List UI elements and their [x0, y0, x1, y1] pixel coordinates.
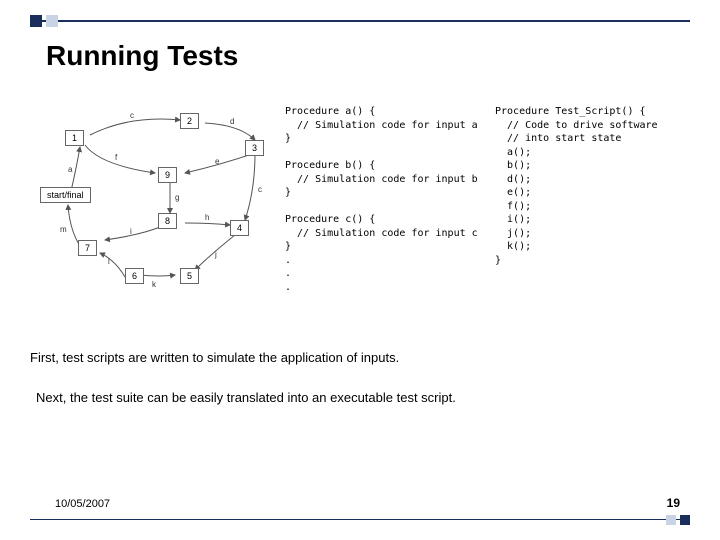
- edge-label: m: [60, 225, 67, 234]
- edge-label: i: [130, 227, 132, 236]
- content-row: 1 2 3 9 start/final 8 4 7 6 5 c d f e g …: [30, 105, 700, 305]
- code-test-script: Procedure Test_Script() { // Code to dri…: [495, 105, 695, 305]
- edge-label: k: [152, 280, 156, 289]
- node-5: 5: [180, 268, 199, 284]
- edge-label: d: [230, 117, 234, 126]
- paragraph-2: Next, the test suite can be easily trans…: [36, 390, 456, 405]
- edge-label: c: [258, 185, 262, 194]
- edge-label: e: [215, 157, 219, 166]
- edge-label: l: [108, 257, 110, 266]
- node-start: start/final: [40, 187, 91, 203]
- edge-label: f: [115, 153, 117, 162]
- decor-square-light: [46, 15, 58, 27]
- edge-label: j: [215, 250, 217, 259]
- edge-label: c: [130, 111, 134, 120]
- bottom-rule: [30, 519, 690, 520]
- decor-bottom-square-light: [666, 515, 676, 525]
- footer-page-number: 19: [667, 496, 680, 510]
- node-2: 2: [180, 113, 199, 129]
- node-1: 1: [65, 130, 84, 146]
- node-3: 3: [245, 140, 264, 156]
- node-9: 9: [158, 167, 177, 183]
- node-4: 4: [230, 220, 249, 236]
- edge-label: g: [175, 193, 179, 202]
- decor-square-dark: [30, 15, 42, 27]
- top-rule: [30, 20, 690, 22]
- node-7: 7: [78, 240, 97, 256]
- footer-date: 10/05/2007: [55, 498, 110, 510]
- paragraph-1: First, test scripts are written to simul…: [30, 350, 399, 365]
- state-diagram: 1 2 3 9 start/final 8 4 7 6 5 c d f e g …: [30, 105, 275, 305]
- node-6: 6: [125, 268, 144, 284]
- decor-bottom-square-dark: [680, 515, 690, 525]
- node-8: 8: [158, 213, 177, 229]
- edge-label: h: [205, 213, 209, 222]
- code-procedures: Procedure a() { // Simulation code for i…: [285, 105, 485, 305]
- edge-label: a: [68, 165, 72, 174]
- slide-title: Running Tests: [46, 40, 238, 72]
